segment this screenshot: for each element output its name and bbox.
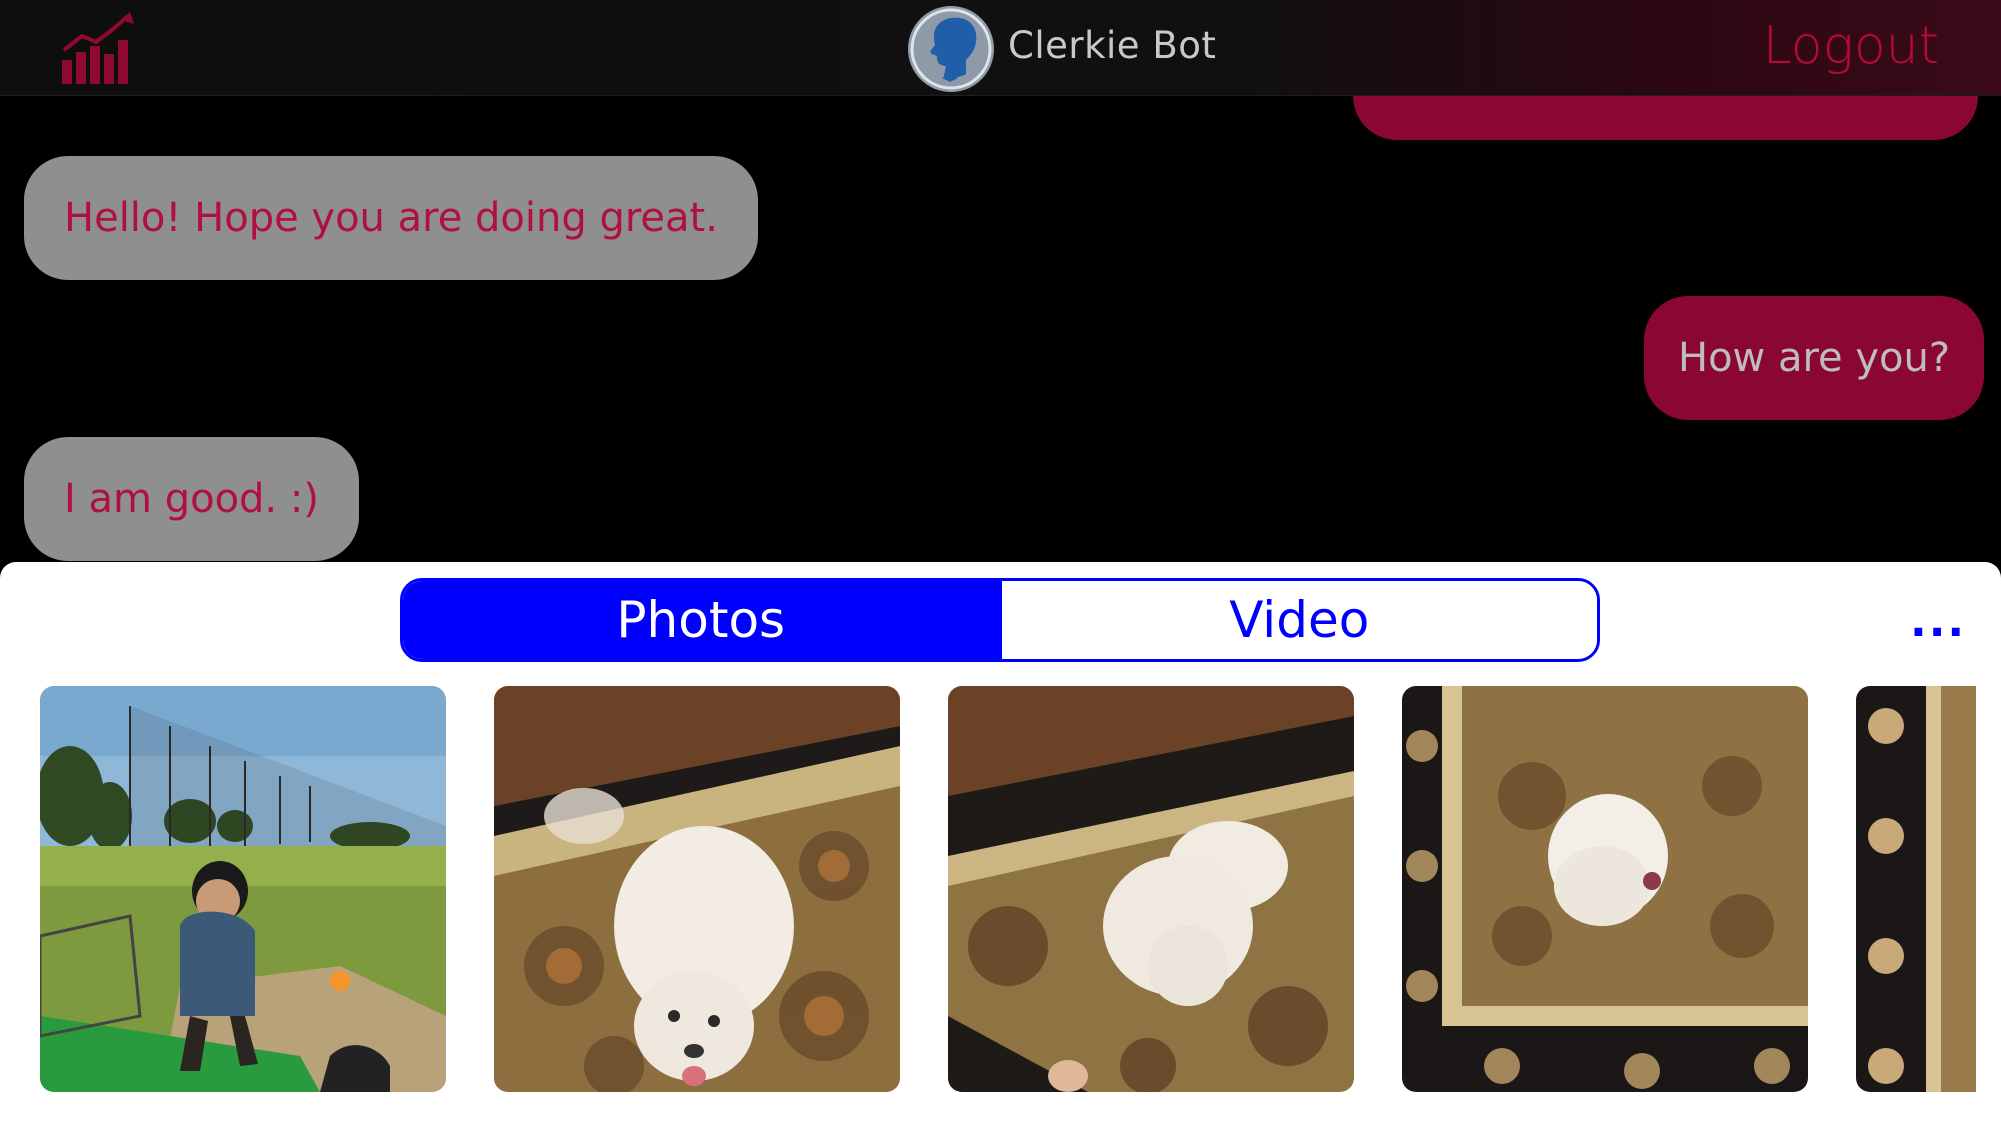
more-options-button[interactable]: ...: [1910, 596, 1966, 647]
photo-thumbnail[interactable]: [494, 686, 900, 1092]
media-type-segmented-control: Photos Video: [400, 578, 1600, 662]
user-message-bubble: How are you?: [1644, 296, 1985, 420]
bot-message-bubble: I am good. :): [24, 437, 359, 561]
photo-thumbnail[interactable]: [40, 686, 446, 1092]
chat-screen: Hello! Hope you are doing great. How are…: [0, 0, 2001, 1125]
tab-photos[interactable]: Photos: [403, 581, 999, 659]
bar-chart-trend-icon[interactable]: [58, 10, 138, 86]
header-divider: [0, 95, 2001, 96]
bot-message-bubble: Hello! Hope you are doing great.: [24, 156, 758, 280]
message-text: I am good. :): [64, 476, 319, 522]
message-text: How are you?: [1678, 335, 1951, 381]
logout-button[interactable]: Logout: [1763, 16, 1939, 76]
photo-thumbnail[interactable]: [1856, 686, 1976, 1092]
tab-video[interactable]: Video: [998, 581, 1597, 659]
top-bar: Clerkie Bot Logout: [0, 0, 2001, 96]
bot-name: Clerkie Bot: [1008, 24, 1217, 67]
photo-thumbnail[interactable]: [948, 686, 1354, 1092]
message-text: Hello! Hope you are doing great.: [64, 195, 718, 241]
photo-thumbnail[interactable]: [1402, 686, 1808, 1092]
bot-avatar[interactable]: [908, 6, 994, 92]
